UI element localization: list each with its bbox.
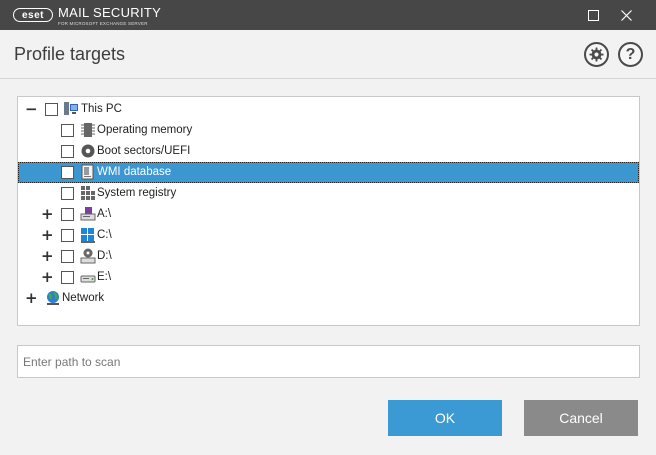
tree-item-label: D:\ [97,250,112,262]
floppy-drive-icon [80,207,96,221]
eset-logo: eset [13,8,53,22]
help-button[interactable]: ? [618,42,643,67]
windows-drive-icon [81,228,95,243]
tree-item-label: This PC [81,103,122,115]
network-globe-icon [47,291,59,305]
path-to-scan-input[interactable] [17,345,640,378]
targets-tree[interactable]: − This PC Operating memory Boot sectors/… [17,96,640,326]
expand-toggle[interactable]: + [41,228,54,243]
tree-item-drive-d[interactable]: + D:\ [18,246,639,267]
question-mark-icon: ? [625,45,636,63]
memory-chip-icon [81,123,95,137]
checkbox-drive-d[interactable] [61,250,74,263]
tree-item-wmi-database[interactable]: WMI database [18,162,639,183]
tree-item-label: Boot sectors/UEFI [97,145,191,157]
registry-icon [81,186,95,200]
tree-item-this-pc[interactable]: − This PC [18,99,639,120]
expand-toggle[interactable]: + [41,207,54,222]
tree-item-operating-memory[interactable]: Operating memory [18,120,639,141]
settings-button[interactable] [584,42,609,67]
wmi-database-icon [81,164,94,180]
checkbox-boot-sectors[interactable] [61,145,74,158]
tree-item-label: WMI database [97,166,172,178]
checkbox-this-pc[interactable] [45,103,58,116]
checkbox-drive-e[interactable] [61,271,74,284]
collapse-toggle[interactable]: − [25,102,38,117]
expand-toggle[interactable]: + [41,270,54,285]
tree-item-drive-c[interactable]: + C:\ [18,225,639,246]
close-icon [620,9,632,21]
tree-item-drive-a[interactable]: + A:\ [18,204,639,225]
product-title: MAIL SECURITY FOR MICROSOFT EXCHANGE SER… [58,5,161,26]
tree-item-system-registry[interactable]: System registry [18,183,639,204]
checkbox-wmi-database[interactable] [61,166,74,179]
disc-icon [81,144,95,158]
checkbox-drive-a[interactable] [61,208,74,221]
checkbox-operating-memory[interactable] [61,124,74,137]
ok-button[interactable]: OK [388,400,502,436]
gear-icon [589,47,604,62]
tree-item-label: E:\ [97,271,112,283]
minimize-icon [587,9,599,21]
tree-item-label: System registry [97,187,177,199]
tree-item-boot-sectors[interactable]: Boot sectors/UEFI [18,141,639,162]
checkbox-drive-c[interactable] [61,229,74,242]
checkbox-system-registry[interactable] [61,187,74,200]
computer-icon [64,102,78,115]
title-bar[interactable]: eset MAIL SECURITY FOR MICROSOFT EXCHANG… [0,0,656,30]
expand-toggle[interactable]: + [25,291,38,306]
close-button[interactable] [610,0,642,30]
expand-toggle[interactable]: + [41,249,54,264]
product-subtitle: FOR MICROSOFT EXCHANGE SERVER [58,20,148,26]
profile-targets-window: eset MAIL SECURITY FOR MICROSOFT EXCHANG… [0,0,656,455]
tree-item-label: Network [62,292,105,304]
optical-drive-icon [80,248,96,264]
tree-item-label: C:\ [97,229,112,241]
removable-drive-icon [80,275,96,283]
brand: eset MAIL SECURITY FOR MICROSOFT EXCHANG… [13,5,161,26]
product-name: MAIL SECURITY [58,4,162,20]
minimize-button[interactable] [577,0,609,30]
header: Profile targets ? [0,30,656,79]
tree-item-drive-e[interactable]: + E:\ [18,267,639,288]
page-title: Profile targets [14,44,126,64]
tree-item-label: A:\ [97,208,112,220]
cancel-button[interactable]: Cancel [524,400,638,436]
tree-item-label: Operating memory [97,124,193,136]
tree-item-network[interactable]: + Network [18,288,639,309]
